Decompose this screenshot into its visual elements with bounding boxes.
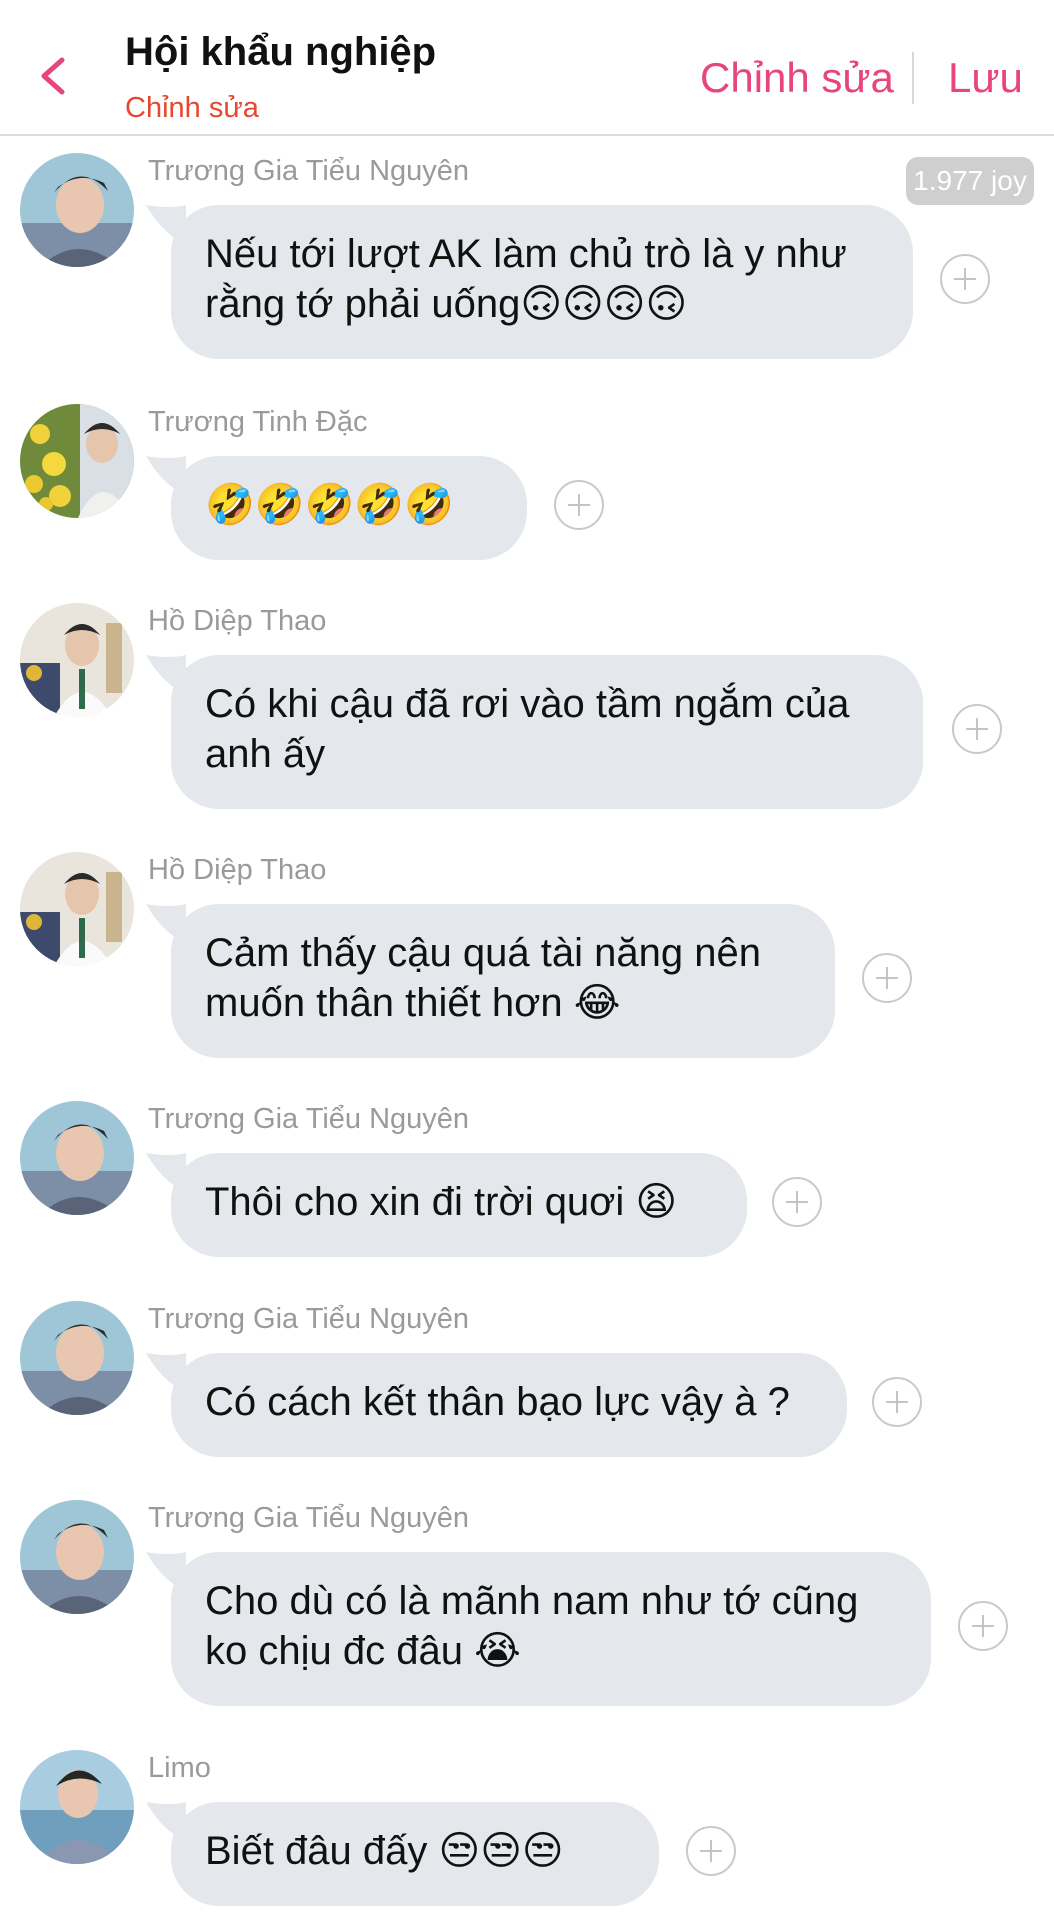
sender-name: Trương Gia Tiểu Nguyên bbox=[148, 1303, 470, 1335]
sender-name: Trương Gia Tiểu Nguyên bbox=[148, 1502, 470, 1534]
edit-button[interactable]: Chỉnh sửa bbox=[700, 54, 894, 102]
header-divider bbox=[912, 52, 914, 104]
group-title: Hội khẩu nghiệp bbox=[125, 30, 437, 74]
add-reaction-button[interactable] bbox=[952, 704, 1002, 754]
joy-count-badge: 1.977 joy bbox=[906, 157, 1034, 205]
message-bubble[interactable]: Thôi cho xin đi trời quơi 😫 bbox=[171, 1153, 747, 1257]
message-bubble[interactable]: Biết đâu đấy 😒😒😒 bbox=[171, 1802, 659, 1906]
add-reaction-button[interactable] bbox=[772, 1177, 822, 1227]
message-bubble[interactable]: Có khi cậu đã rơi vào tầm ngắm của anh ấ… bbox=[171, 655, 923, 809]
save-button[interactable]: Lưu bbox=[948, 54, 1023, 102]
message-bubble[interactable]: Cho dù có là mãnh nam như tớ cũng ko chị… bbox=[171, 1552, 931, 1706]
sender-name: Trương Gia Tiểu Nguyên bbox=[148, 1103, 470, 1135]
message-bubble[interactable]: Có cách kết thân bạo lực vậy à ? bbox=[171, 1353, 847, 1457]
avatar[interactable] bbox=[20, 1101, 134, 1215]
sender-name: Hồ Diệp Thao bbox=[148, 605, 327, 637]
avatar[interactable] bbox=[20, 153, 134, 267]
add-reaction-button[interactable] bbox=[686, 1826, 736, 1876]
avatar[interactable] bbox=[20, 1301, 134, 1415]
add-reaction-button[interactable] bbox=[862, 953, 912, 1003]
avatar[interactable] bbox=[20, 852, 134, 966]
avatar[interactable] bbox=[20, 1750, 134, 1864]
message-bubble[interactable]: 🤣🤣🤣🤣🤣 bbox=[171, 456, 527, 560]
add-reaction-button[interactable] bbox=[958, 1601, 1008, 1651]
add-reaction-button[interactable] bbox=[940, 254, 990, 304]
sender-name: Trương Tinh Đặc bbox=[148, 406, 368, 438]
group-subtitle[interactable]: Chỉnh sửa bbox=[125, 92, 259, 125]
sender-name: Trương Gia Tiểu Nguyên bbox=[148, 155, 470, 187]
avatar[interactable] bbox=[20, 404, 134, 518]
avatar[interactable] bbox=[20, 603, 134, 717]
chevron-left-icon bbox=[41, 57, 65, 95]
message-bubble[interactable]: Cảm thấy cậu quá tài năng nên muốn thân … bbox=[171, 904, 835, 1058]
message-bubble[interactable]: Nếu tới lượt AK làm chủ trò là y như rằn… bbox=[171, 205, 913, 359]
sender-name: Limo bbox=[148, 1752, 211, 1784]
add-reaction-button[interactable] bbox=[872, 1377, 922, 1427]
back-button[interactable] bbox=[26, 46, 86, 106]
chat-header: Hội khẩu nghiệp Chỉnh sửa Chỉnh sửa Lưu bbox=[0, 0, 1054, 136]
avatar[interactable] bbox=[20, 1500, 134, 1614]
add-reaction-button[interactable] bbox=[554, 480, 604, 530]
sender-name: Hồ Diệp Thao bbox=[148, 854, 327, 886]
